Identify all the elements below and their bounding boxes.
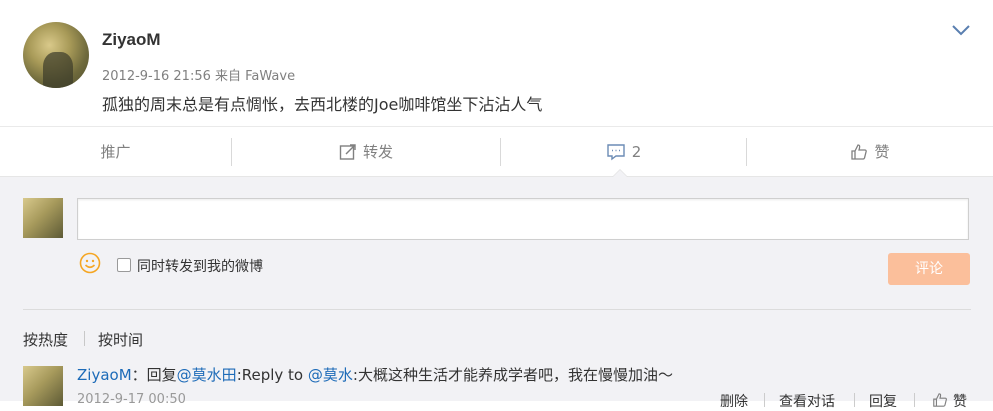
comment-colon: ： [131,366,147,384]
section-divider [23,309,971,310]
user-avatar[interactable] [23,22,89,88]
reply-prefix: 回复 [146,366,177,384]
chevron-down-icon[interactable] [950,20,972,40]
delete-comment-button[interactable]: 删除 [720,391,748,411]
like-label: 赞 [874,143,890,161]
promote-button[interactable]: 推广 [0,127,231,177]
post-username[interactable]: ZiyaoM [102,30,161,50]
thumbs-up-icon [851,144,868,160]
comment-username[interactable]: ZiyaoM [77,366,132,384]
mention-link[interactable]: @莫水田 [177,366,237,384]
comment-tail: :大概这种生活才能养成学者吧，我在慢慢加油～ [352,366,673,384]
comment-count: 2 [631,143,642,161]
comment-text: ZiyaoM：回复@莫水田:Reply to @莫水:大概这种生活才能养成学者吧… [77,364,673,385]
post-content: 孤独的周末总是有点惆怅，去西北楼的Joe咖啡馆坐下沾沾人气 [102,95,543,114]
comment-icon [607,144,625,161]
repost-label: 转发 [362,143,393,161]
sort-by-time[interactable]: 按时间 [98,329,143,350]
repost-icon [339,144,356,160]
sort-by-hot[interactable]: 按热度 [23,329,68,350]
repost-button[interactable]: 转发 [232,127,500,177]
my-avatar[interactable] [23,198,63,238]
comment-action-divider [914,393,915,407]
sort-divider [84,331,85,346]
comment-action-divider [854,393,855,407]
smiley-icon[interactable] [79,252,101,274]
promote-label: 推广 [100,143,131,161]
mention-link[interactable]: @莫水 [308,366,353,384]
repost-checkbox-label[interactable]: 同时转发到我的微博 [137,256,263,276]
comment-input[interactable] [77,198,969,240]
comment-action-divider [764,393,765,407]
submit-comment-button[interactable]: 评论 [888,253,970,285]
post-header: ZiyaoM 2012-9-16 21:56 来自 FaWave 孤独的周末总是… [0,0,993,126]
reply-comment-button[interactable]: 回复 [869,391,897,411]
thumbs-up-icon[interactable] [932,392,948,408]
comment-mid-text: :Reply to [236,366,308,384]
repost-checkbox[interactable] [117,258,131,272]
commenter-avatar[interactable] [23,366,63,406]
action-bar: 推广 转发 2 赞 [0,126,993,177]
comment-pointer-inner [613,170,627,177]
comment-like-label[interactable]: 赞 [953,391,967,411]
like-button[interactable]: 赞 [747,127,993,177]
post-meta: 2012-9-16 21:56 来自 FaWave [102,69,296,84]
view-conversation-button[interactable]: 查看对话 [779,391,835,411]
